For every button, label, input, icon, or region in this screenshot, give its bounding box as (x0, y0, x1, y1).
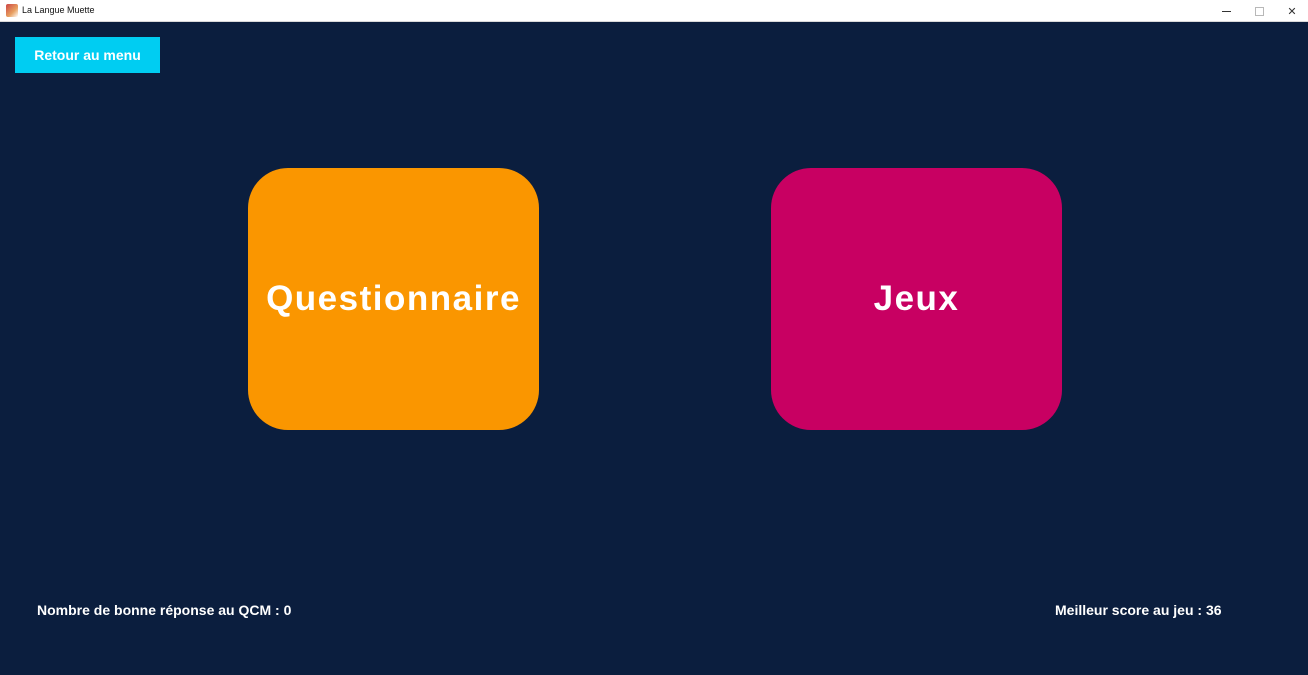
minimize-icon (1221, 10, 1231, 12)
games-button[interactable]: Jeux (771, 168, 1062, 430)
close-button[interactable]: ✕ (1276, 0, 1308, 22)
qcm-correct-count: Nombre de bonne réponse au QCM : 0 (37, 602, 292, 618)
back-to-menu-button[interactable]: Retour au menu (15, 37, 160, 73)
window-title: La Langue Muette (22, 5, 95, 15)
maximize-button[interactable] (1243, 0, 1275, 22)
questionnaire-button[interactable]: Questionnaire (248, 168, 539, 430)
best-game-score: Meilleur score au jeu : 36 (1055, 602, 1222, 618)
questionnaire-label: Questionnaire (266, 279, 521, 318)
games-label: Jeux (873, 279, 960, 318)
app-icon (6, 4, 18, 17)
close-icon: ✕ (1287, 4, 1297, 18)
title-bar: La Langue Muette ✕ (0, 0, 1308, 22)
main-content: Retour au menu Questionnaire Jeux Nombre… (0, 22, 1308, 675)
minimize-button[interactable] (1210, 0, 1242, 22)
maximize-icon (1254, 6, 1264, 16)
